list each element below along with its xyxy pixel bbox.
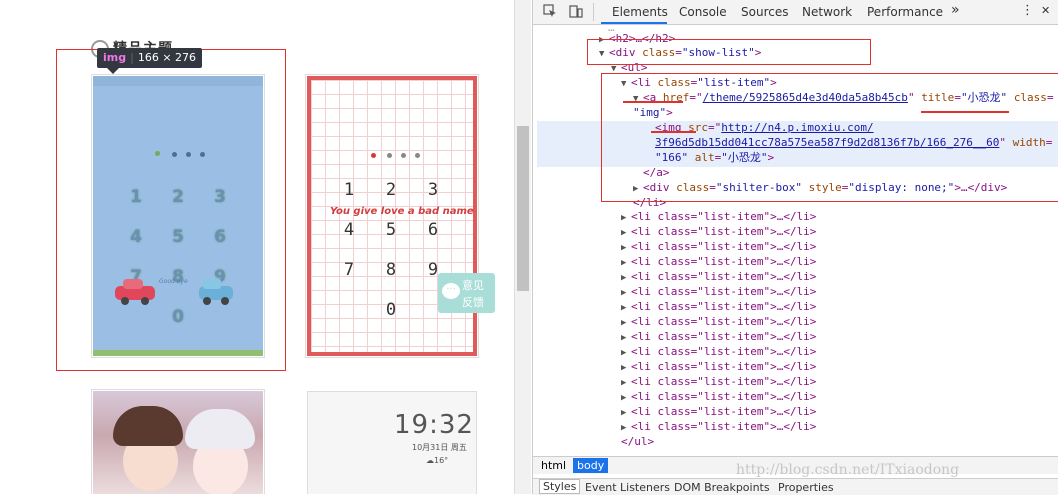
dom-node-li-collapsed[interactable]: ▶ <li class="list-item">…</li>	[621, 269, 816, 284]
dom-node-li-collapsed[interactable]: ▶ <li class="list-item">…</li>	[621, 254, 816, 269]
phone-status-bar	[93, 76, 263, 86]
inspect-element-icon[interactable]	[543, 4, 557, 18]
red-car-illustration	[115, 279, 155, 305]
dom-node-li-collapsed[interactable]: ▶ <li class="list-item">…</li>	[621, 224, 816, 239]
annotation-box-show-list	[587, 39, 871, 65]
pattern-dot	[155, 151, 160, 156]
annotation-underline-title	[921, 111, 1009, 113]
dom-node-li-collapsed[interactable]: ▶ <li class="list-item">…</li>	[621, 359, 816, 374]
menu-icon[interactable]: ⋮	[1021, 3, 1034, 18]
tab-dom-breakpoints[interactable]: DOM Breakpoints	[674, 481, 770, 494]
grid-key-2[interactable]: 2	[381, 180, 401, 200]
theme-thumbnail-clock[interactable]: 19:32 10月31日 周五 ☁16°	[307, 391, 477, 494]
toolbar-divider	[593, 3, 594, 21]
more-tabs-icon[interactable]: »	[951, 2, 960, 18]
grid-key-0[interactable]: 0	[381, 300, 401, 320]
annotation-underline-img	[651, 131, 696, 133]
element-size-tooltip: img | 166 × 276	[97, 48, 203, 74]
device-toolbar-icon[interactable]	[569, 4, 583, 18]
key-4[interactable]: 4	[123, 226, 149, 248]
pattern-dot	[200, 152, 205, 157]
tab-console[interactable]: Console	[679, 5, 727, 19]
feedback-label-1: 意见	[462, 279, 484, 292]
dom-node-li-collapsed[interactable]: ▶ <li class="list-item">…</li>	[621, 284, 816, 299]
character-hair-left	[113, 406, 183, 446]
dom-node-li-collapsed[interactable]: ▶ <li class="list-item">…</li>	[621, 239, 816, 254]
grid-key-8[interactable]: 8	[381, 260, 401, 280]
key-6[interactable]: 6	[207, 226, 233, 248]
feedback-label-2: 反馈	[462, 296, 484, 309]
feedback-button[interactable]: ··· 意见 反馈	[438, 273, 495, 313]
breadcrumb-html[interactable]: html	[537, 458, 570, 473]
key-2[interactable]: 2	[165, 186, 191, 208]
blue-caption: Good bye	[159, 278, 188, 285]
page-scrollbar[interactable]	[514, 0, 531, 494]
chat-bubble-icon: ···	[442, 283, 460, 299]
dom-node-li-collapsed[interactable]: ▶ <li class="list-item">…</li>	[621, 209, 816, 224]
pattern-dot	[186, 152, 191, 157]
grid-key-3[interactable]: 3	[423, 180, 443, 200]
theme-thumbnail-dinosaur[interactable]: 1 2 3 4 5 6 7 8 9 0 Good bye	[93, 76, 263, 356]
dom-node-li-collapsed[interactable]: ▶ <li class="list-item">…</li>	[621, 329, 816, 344]
watermark: http://blog.csdn.net/ITxiaodong	[736, 462, 960, 478]
dom-node-li-collapsed[interactable]: ▶ <li class="list-item">…</li>	[621, 419, 816, 434]
tab-elements[interactable]: Elements	[612, 5, 668, 19]
grid-key-4[interactable]: 4	[339, 220, 359, 240]
devtools-panel: Elements Console Sources Network Perform…	[532, 0, 1058, 495]
web-page-viewport: 精品主题 1 2 3 4 5 6 7 8 9 0 Good bye	[0, 0, 514, 494]
tab-sources[interactable]: Sources	[741, 5, 788, 19]
pattern-dot	[401, 153, 406, 158]
grid-key-6[interactable]: 6	[423, 220, 443, 240]
key-3[interactable]: 3	[207, 186, 233, 208]
dom-node-li-collapsed[interactable]: ▶ <li class="list-item">…</li>	[621, 389, 816, 404]
pattern-dot	[387, 153, 392, 158]
grid-key-7[interactable]: 7	[339, 260, 359, 280]
tab-styles[interactable]: Styles	[539, 479, 581, 494]
pattern-dot	[415, 153, 420, 158]
tab-performance[interactable]: Performance	[867, 5, 943, 19]
clock-date: 10月31日 周五	[412, 443, 467, 452]
close-icon[interactable]: ✕	[1041, 4, 1050, 17]
dom-node-li-collapsed[interactable]: ▶ <li class="list-item">…</li>	[621, 404, 816, 419]
pattern-dot	[371, 153, 376, 158]
styles-panel-tabs: Styles Event Listeners DOM Breakpoints P…	[533, 478, 1058, 495]
clock-weather: ☁16°	[426, 456, 449, 465]
dom-node-close-ul: </ul>	[621, 435, 655, 448]
pattern-dot	[172, 152, 177, 157]
grid-phrase: You give love a bad name	[330, 206, 474, 217]
blue-car-illustration	[199, 279, 233, 305]
tab-properties[interactable]: Properties	[778, 481, 834, 494]
key-0[interactable]: 0	[165, 306, 191, 328]
grass-strip	[93, 350, 263, 356]
clock-time: 19:32	[394, 410, 474, 440]
cloud-icon: ☁	[426, 456, 434, 465]
breadcrumb-body[interactable]: body	[573, 458, 609, 473]
key-1[interactable]: 1	[123, 186, 149, 208]
dom-node-li-collapsed[interactable]: ▶ <li class="list-item">…</li>	[621, 314, 816, 329]
theme-thumbnail-anime[interactable]	[93, 391, 263, 494]
tab-event-listeners[interactable]: Event Listeners	[585, 481, 670, 494]
dom-node-li-collapsed[interactable]: ▶ <li class="list-item">…</li>	[621, 344, 816, 359]
dom-node-li-collapsed[interactable]: ▶ <li class="list-item">…</li>	[621, 299, 816, 314]
grid-key-1[interactable]: 1	[339, 180, 359, 200]
tab-network[interactable]: Network	[802, 5, 852, 19]
scrollbar-thumb[interactable]	[517, 126, 529, 291]
key-5[interactable]: 5	[165, 226, 191, 248]
annotation-box-list-item	[601, 73, 1058, 202]
grid-key-5[interactable]: 5	[381, 220, 401, 240]
dom-node-li-collapsed[interactable]: ▶ <li class="list-item">…</li>	[621, 374, 816, 389]
annotation-underline-a	[623, 101, 683, 103]
dom-tree: … ▶ <h2>…</h2> ▼ <div class="show-list"> ▼…	[533, 21, 1058, 455]
character-hair-right	[185, 409, 255, 449]
